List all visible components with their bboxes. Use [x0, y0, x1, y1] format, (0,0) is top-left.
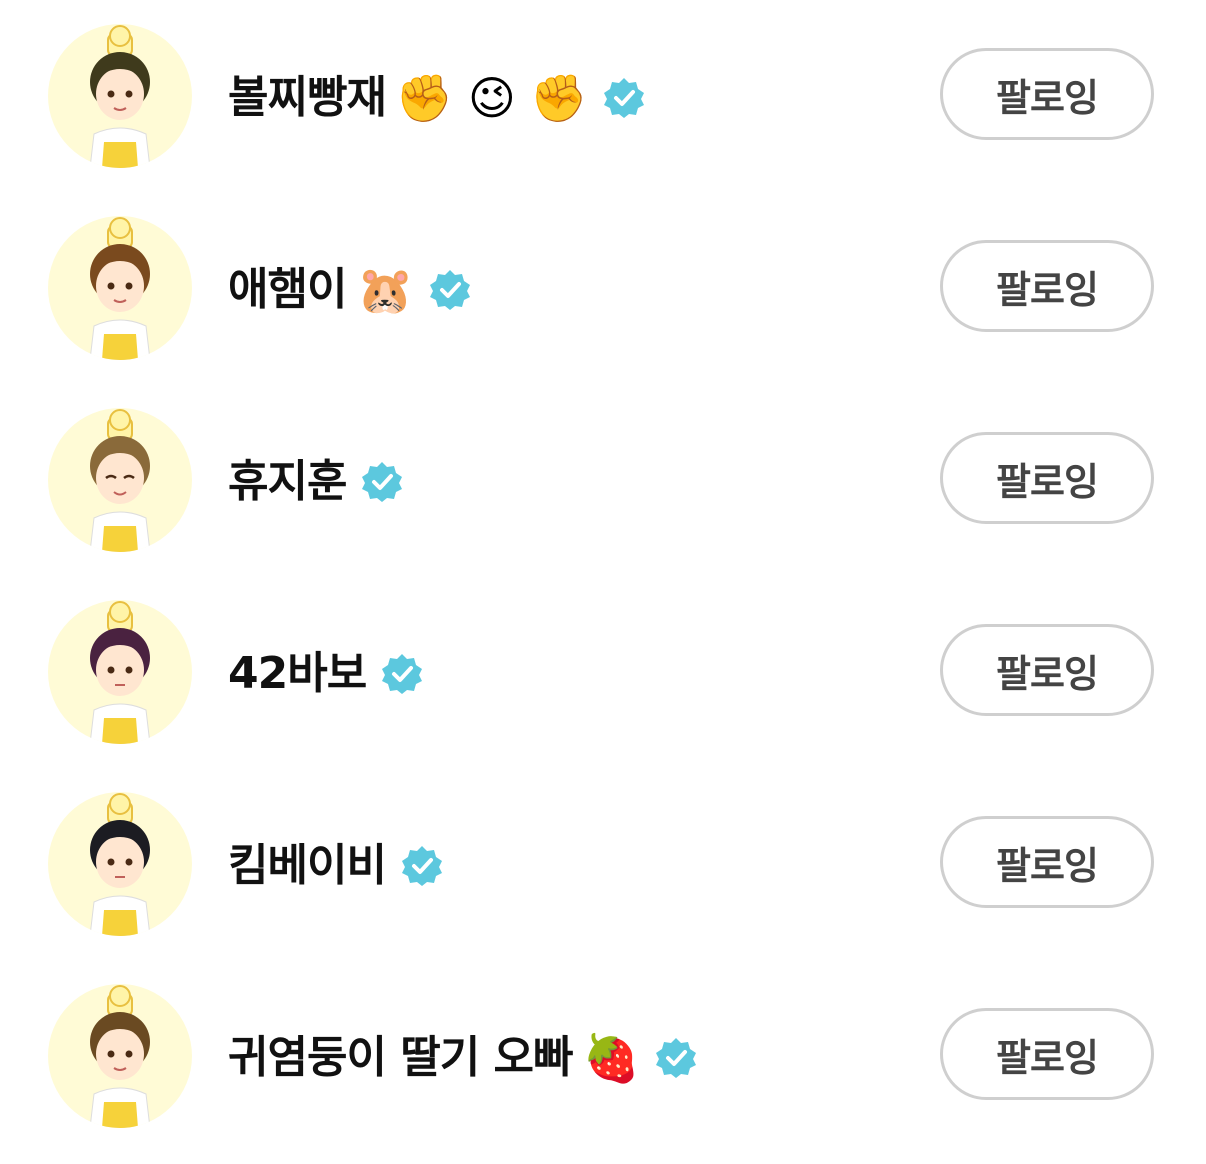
list-item[interactable]: 귀염둥이 딸기 오빠 🍓 팔로잉: [0, 960, 1206, 1152]
avatar[interactable]: [48, 408, 192, 552]
avatar[interactable]: [48, 216, 192, 360]
list-item[interactable]: 휴지훈 팔로잉: [0, 384, 1206, 576]
chef-avatar-illustration: [89, 985, 151, 1128]
name-emoji: 🍓: [582, 1031, 640, 1085]
list-item[interactable]: 볼찌빵재 ✊ 😉 ✊ 팔로잉: [0, 0, 1206, 192]
user-name[interactable]: 킴베이비: [228, 836, 387, 896]
verified-badge-icon: [655, 1038, 696, 1078]
verified-badge-icon: [362, 462, 403, 502]
following-button[interactable]: 팔로잉: [940, 816, 1154, 908]
user-name-group: 휴지훈: [228, 452, 404, 512]
following-button[interactable]: 팔로잉: [940, 624, 1154, 716]
avatar[interactable]: [48, 24, 192, 168]
chef-avatar-illustration: [89, 793, 151, 936]
user-name[interactable]: 휴지훈: [228, 452, 347, 512]
user-name-group: 킴베이비: [228, 836, 444, 896]
verified-badge-icon: [603, 78, 644, 118]
user-name[interactable]: 애햄이: [228, 260, 347, 320]
user-name[interactable]: 볼찌빵재: [228, 68, 387, 128]
list-item[interactable]: 애햄이 🐹 팔로잉: [0, 192, 1206, 384]
user-name[interactable]: 귀염둥이 딸기 오빠: [228, 1028, 573, 1088]
avatar[interactable]: [48, 792, 192, 936]
verified-badge-icon: [401, 846, 442, 886]
user-name-group: 42바보: [228, 644, 424, 704]
following-list: 볼찌빵재 ✊ 😉 ✊ 팔로잉 애햄이 🐹 팔로잉 휴지훈 팔로잉 42바보 팔로…: [0, 0, 1206, 1164]
user-name-group: 애햄이 🐹: [228, 260, 472, 320]
user-name-group: 볼찌빵재 ✊ 😉 ✊: [228, 68, 646, 128]
verified-badge-icon: [429, 270, 470, 310]
chef-avatar-illustration: [89, 217, 151, 360]
following-button[interactable]: 팔로잉: [940, 240, 1154, 332]
chef-avatar-illustration: [89, 601, 151, 744]
avatar[interactable]: [48, 984, 192, 1128]
avatar[interactable]: [48, 600, 192, 744]
user-name[interactable]: 42바보: [228, 644, 367, 704]
chef-avatar-illustration: [89, 25, 151, 168]
verified-badge-icon: [382, 654, 423, 694]
name-emoji: ✊ 😉 ✊: [395, 71, 588, 125]
chef-avatar-illustration: [89, 409, 151, 552]
following-button[interactable]: 팔로잉: [940, 48, 1154, 140]
user-name-group: 귀염둥이 딸기 오빠 🍓: [228, 1028, 698, 1088]
list-item[interactable]: 킴베이비 팔로잉: [0, 768, 1206, 960]
following-button[interactable]: 팔로잉: [940, 1008, 1154, 1100]
name-emoji: 🐹: [356, 263, 414, 317]
following-button[interactable]: 팔로잉: [940, 432, 1154, 524]
list-item[interactable]: 42바보 팔로잉: [0, 576, 1206, 768]
